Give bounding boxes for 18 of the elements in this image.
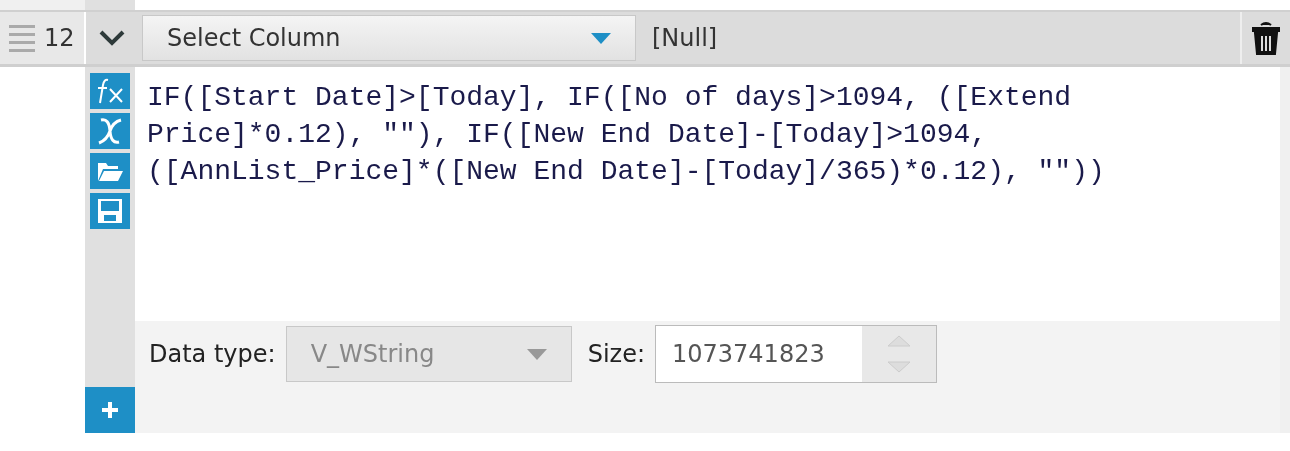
variable-button[interactable] [90,113,130,149]
function-button[interactable] [90,73,130,109]
data-type-label: Data type: [149,340,276,368]
size-label: Size: [587,340,645,368]
open-button[interactable] [90,153,130,189]
caret-icon [591,32,611,44]
add-row-button[interactable] [85,387,135,433]
save-button[interactable] [90,193,130,229]
caret-icon [526,348,547,360]
formula-editor[interactable]: IF([Start Date]>[Today], IF([No of days]>1094, ([Extend Price]*0.12), ""), IF([New End Date]-[Today]>1094, ([AnnList_Price]*([New End Date]-[Today]/365)*0.12), "")) [147,79,1189,190]
plus-icon [102,402,118,418]
original-value: [Null] [651,23,719,54]
size-spinbox[interactable]: 1073741823 [655,325,937,383]
row-number: 12 [44,12,86,64]
chevron-icon [99,30,125,46]
trash-icon [1252,21,1280,55]
column-dropdown[interactable]: Select Column [142,15,636,61]
drag-handle-icon[interactable] [9,23,35,53]
